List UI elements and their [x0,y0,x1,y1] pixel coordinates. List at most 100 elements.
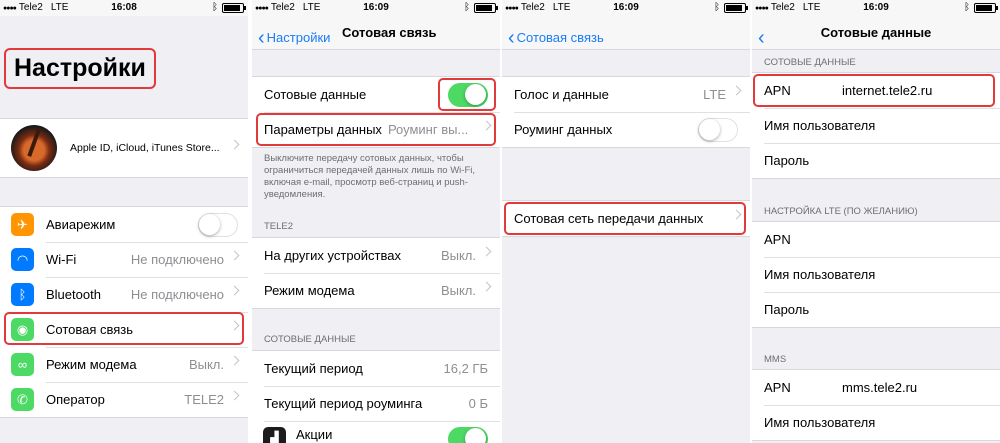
apn-row[interactable]: APN internet.tele2.ru [752,73,1000,108]
cellular-data-section: Сотовые данные Параметры данных Роуминг … [252,76,500,148]
nav-bar: ‹ Сотовые данные [752,16,1000,50]
avatar [11,125,57,171]
row-value: Выкл. [440,283,476,298]
tele2-section: На других устройствах Выкл. Режим модема… [252,237,500,309]
lte-apn-row[interactable]: APN [752,222,1000,257]
settings-item-value: Не подключено [130,252,224,267]
cellular-data-note: Выключите передачу сотовых данных, чтобы… [264,153,475,200]
lte-username-field[interactable]: Имя пользователя [764,267,976,282]
usage-section: Текущий период 16,2 ГБ Текущий период ро… [252,350,500,443]
row-value: Выкл. [440,248,476,263]
other-devices-row[interactable]: На других устройствах Выкл. [252,238,500,273]
data-options-row[interactable]: Параметры данных Роуминг вы... [252,112,500,147]
data-options-panel: ●●●● Tele2 LTE 16:09 ᛒ ‹ Сотовая связь Голо… [502,0,750,443]
cellular-panel: ●●●● Tele2 LTE 16:09 ᛒ ‹ Настройки Сотовая … [252,0,500,443]
mms-apn-row[interactable]: APN mms.tele2.ru [752,370,1000,405]
apn-section: APN internet.tele2.ru Имя пользователя П… [752,72,1000,179]
row-label: Голос и данные [514,87,609,102]
settings-item-bluetooth[interactable]: ᛒ Bluetooth Не подключено [0,277,248,312]
settings-item-cellular[interactable]: ◉ Сотовая связь [0,312,248,347]
modem-row[interactable]: Режим модема Выкл. [252,273,500,308]
bluetooth-status-icon: ᛒ [464,2,470,13]
chevron-right-icon [481,246,492,257]
section-header: НАСТРОЙКА LTE (ПО ЖЕЛАНИЮ) [764,206,918,217]
settings-item-label: Сотовая связь [46,322,134,337]
row-label: Текущий период [264,361,363,376]
section-header: MMS [764,354,787,365]
mms-section: APN mms.tele2.ru Имя пользователя [752,369,1000,441]
bluetooth-status-icon: ᛒ [714,2,720,13]
airplane-icon: ✈ [11,213,34,236]
clock: 16:09 [863,2,889,13]
back-button[interactable]: ‹ Сотовая связь [508,25,604,49]
row-value: Роуминг вы... [387,122,469,137]
roaming-period-row: Текущий период роуминга 0 Б [252,386,500,421]
chevron-right-icon [731,209,742,220]
lte-apn-field[interactable]: APN [764,232,976,247]
settings-item-hotspot[interactable]: ∞ Режим модема Выкл. [0,347,248,382]
status-bar: ●●●● Tele2 LTE 16:09 ᛒ [752,0,1000,16]
settings-item-value: TELE2 [184,392,224,407]
chevron-right-icon [229,250,240,261]
password-row[interactable]: Пароль [752,143,1000,178]
apple-id-row[interactable]: Apple ID, iCloud, iTunes Store... [0,119,248,177]
cellular-icon: ◉ [11,318,34,341]
chevron-right-icon [481,281,492,292]
lte-password-field[interactable]: Пароль [764,302,976,317]
lte-username-row[interactable]: Имя пользователя [752,257,1000,292]
battery-icon [474,3,498,13]
row-label: Режим модема [264,283,355,298]
username-field[interactable]: Имя пользователя [764,118,976,133]
back-label: Сотовая связь [516,30,604,45]
clock: 16:09 [363,2,389,13]
apn-field[interactable]: internet.tele2.ru [842,83,932,98]
voice-section: Голос и данные LTE Роуминг данных [502,76,750,148]
mms-username-field[interactable]: Имя пользователя [764,415,976,430]
chevron-right-icon [229,285,240,296]
wifi-icon: ◠ [11,248,34,271]
hotspot-icon: ∞ [11,353,34,376]
password-field[interactable]: Пароль [764,153,976,168]
page-title: Настройки [4,48,156,89]
airplane-toggle[interactable] [198,212,238,237]
settings-item-label: Wi-Fi [46,252,77,267]
row-label: Сотовые данные [264,87,367,102]
mms-username-row[interactable]: Имя пользователя [752,405,1000,440]
clock: 16:09 [613,2,639,13]
phone-icon: ✆ [11,388,34,411]
profile-section: Apple ID, iCloud, iTunes Store... [0,118,248,178]
settings-item-label: Оператор [46,392,105,407]
lte-password-row[interactable]: Пароль [752,292,1000,327]
mms-apn-field[interactable]: mms.tele2.ru [842,380,917,395]
status-bar: ●●●● Tele2 LTE 16:09 ᛒ [502,0,750,16]
section-header: TELE2 [264,221,294,232]
profile-text: Apple ID, iCloud, iTunes Store... [70,142,220,154]
stocks-row[interactable]: ▟ Акции [252,421,500,443]
data-roaming-toggle[interactable] [698,117,738,142]
battery-icon [974,3,998,13]
stocks-icon: ▟ [263,427,286,443]
back-button[interactable]: ‹ Настройки [258,25,331,49]
cellular-network-row[interactable]: Сотовая сеть передачи данных [502,201,750,236]
status-bar: ●●●● Tele2 LTE 16:08 ᛒ [0,0,248,16]
chevron-right-icon [731,85,742,96]
stocks-toggle[interactable] [448,426,488,443]
row-value: LTE [703,87,726,102]
settings-item-value: Не подключено [130,287,224,302]
cellular-data-toggle[interactable] [448,82,488,107]
settings-item-label: Авиарежим [46,217,116,232]
row-value: 16,2 ГБ [443,361,488,376]
username-row[interactable]: Имя пользователя [752,108,1000,143]
voice-data-row[interactable]: Голос и данные LTE [502,77,750,112]
settings-item-wifi[interactable]: ◠ Wi-Fi Не подключено [0,242,248,277]
nav-bar: ‹ Настройки Сотовая связь [252,16,500,50]
settings-item-airplane[interactable]: ✈ Авиарежим [0,207,248,242]
settings-list: ✈ Авиарежим ◠ Wi-Fi Не подключено ᛒ Blue… [0,206,248,418]
back-label: Настройки [266,30,331,45]
bluetooth-icon: ᛒ [11,283,34,306]
settings-item-carrier[interactable]: ✆ Оператор TELE2 [0,382,248,417]
data-roaming-row[interactable]: Роуминг данных [502,112,750,147]
row-label: Роуминг данных [514,122,613,137]
cellular-data-row[interactable]: Сотовые данные [252,77,500,112]
battery-icon [724,3,748,13]
